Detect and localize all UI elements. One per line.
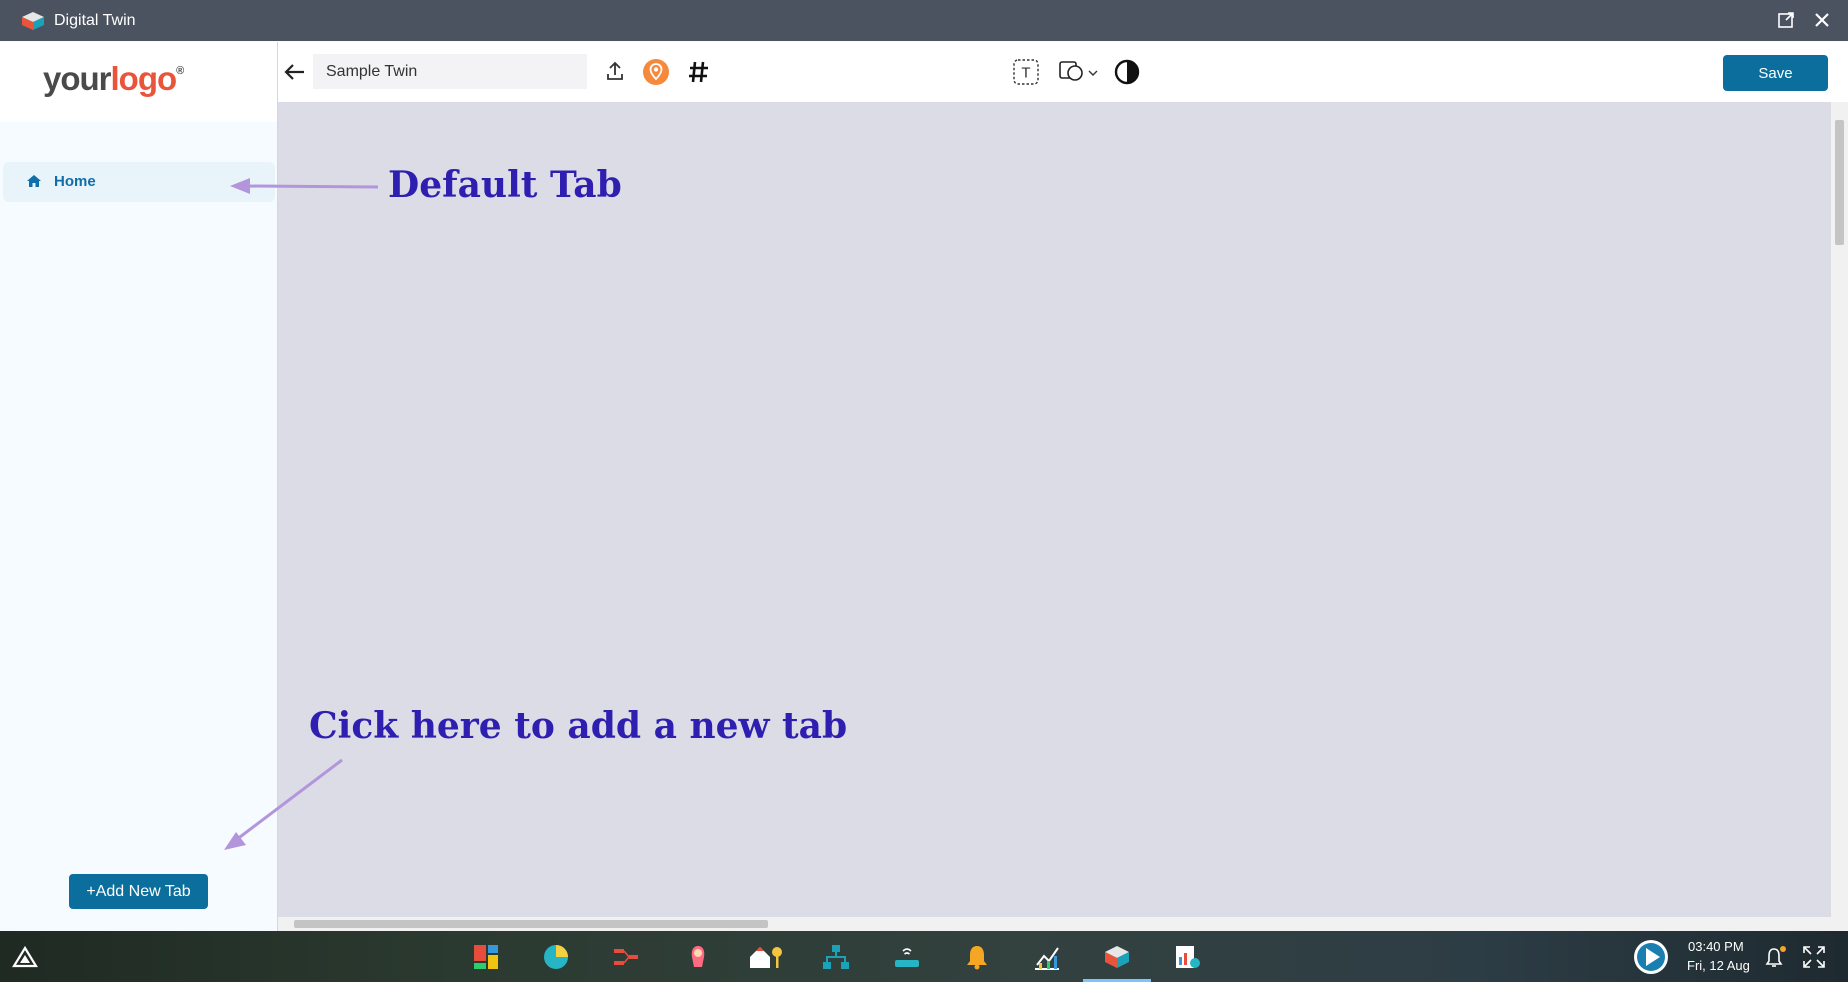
chevron-down-icon[interactable]	[1088, 69, 1098, 77]
start-menu-icon[interactable]	[11, 943, 39, 971]
default-tab-annotation: Default Tab	[388, 164, 622, 206]
reports-app-icon[interactable]	[1033, 943, 1061, 971]
gateway-app-icon[interactable]	[893, 943, 921, 971]
company-logo: yourlogo®	[43, 60, 184, 97]
device-stats-app-icon[interactable]	[1173, 943, 1201, 971]
editor-toolbar: T Save	[278, 42, 1848, 103]
horizontal-scrollbar[interactable]	[278, 917, 1848, 931]
sidebar-item-home[interactable]: Home	[3, 162, 275, 202]
shapes-icon[interactable]	[1058, 59, 1086, 85]
twin-name-input[interactable]	[313, 54, 587, 89]
add-new-tab-button[interactable]: +Add New Tab	[69, 874, 208, 909]
digital-twin-app-icon	[22, 12, 44, 30]
vertical-scrollbar[interactable]	[1831, 102, 1848, 917]
text-tool-icon[interactable]: T	[1012, 58, 1040, 86]
logo-area: yourlogo®	[0, 42, 277, 122]
contrast-icon[interactable]	[1114, 59, 1140, 85]
clock-date: Fri, 12 Aug	[1687, 958, 1750, 973]
sidebar-item-label: Home	[54, 173, 96, 190]
bell-icon[interactable]	[1762, 943, 1790, 971]
sidebar: yourlogo® Home +Add New Tab	[0, 42, 278, 931]
close-icon[interactable]	[1811, 9, 1833, 31]
add-tab-annotation: Cick here to add a new tab	[309, 705, 848, 747]
home-key-app-icon[interactable]	[748, 943, 784, 971]
svg-text:T: T	[1021, 65, 1030, 82]
save-button[interactable]: Save	[1723, 55, 1828, 91]
notifications-app-icon[interactable]	[963, 943, 991, 971]
back-arrow-icon[interactable]	[284, 61, 306, 83]
vertical-scroll-thumb[interactable]	[1835, 120, 1844, 245]
user-avatar-icon[interactable]	[1632, 938, 1670, 976]
horizontal-scroll-thumb[interactable]	[294, 920, 768, 928]
location-pin-icon[interactable]	[642, 58, 670, 86]
hierarchy-app-icon[interactable]	[822, 943, 850, 971]
hashtag-icon[interactable]	[688, 60, 710, 84]
upload-icon[interactable]	[605, 60, 625, 82]
clock-time: 03:40 PM	[1688, 939, 1744, 954]
home-icon	[27, 175, 41, 187]
dashboard-app-icon[interactable]	[472, 943, 500, 971]
flow-app-icon[interactable]	[612, 943, 640, 971]
twin-canvas[interactable]	[278, 102, 1831, 917]
taskbar: 03:40 PM Fri, 12 Aug	[0, 931, 1848, 982]
fullscreen-icon[interactable]	[1800, 943, 1828, 971]
analytics-app-icon[interactable]	[542, 943, 570, 971]
popout-icon[interactable]	[1775, 9, 1797, 31]
digital-twin-taskbar-icon[interactable]	[1103, 943, 1131, 971]
window-title: Digital Twin	[54, 12, 136, 29]
window-titlebar: Digital Twin	[0, 0, 1848, 41]
user-app-icon[interactable]	[684, 943, 712, 971]
